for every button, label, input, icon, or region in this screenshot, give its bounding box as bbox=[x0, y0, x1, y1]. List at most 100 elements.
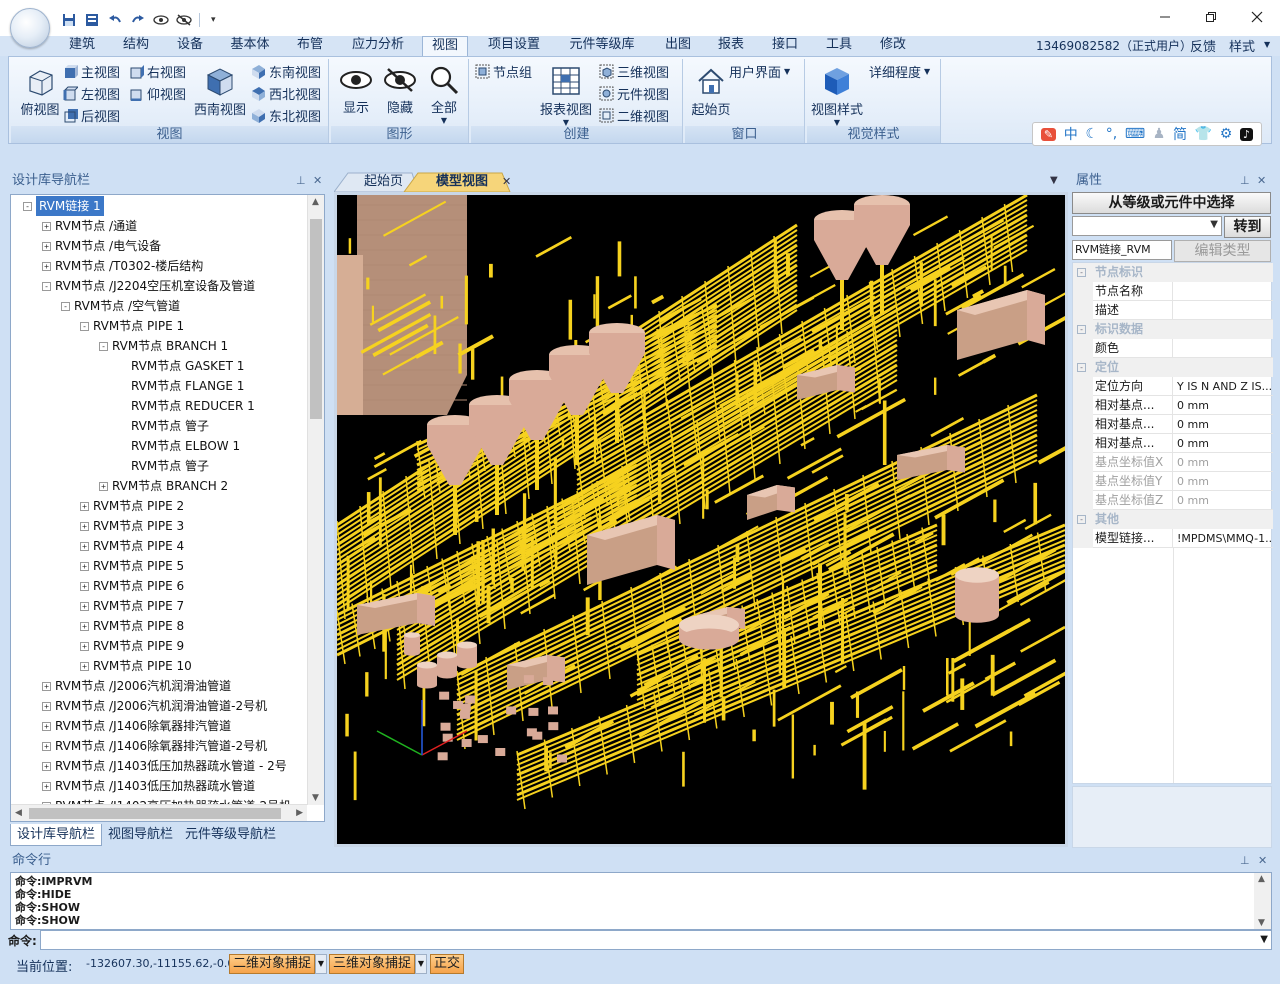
scroll-left-icon[interactable]: ◀ bbox=[15, 808, 22, 818]
property-row[interactable]: 相对基点... 0 mm bbox=[1073, 396, 1273, 415]
node-group-button[interactable]: 节点组 bbox=[475, 61, 532, 81]
property-value[interactable]: 0 mm bbox=[1173, 434, 1273, 453]
type-field[interactable]: RVM链接_RVM bbox=[1072, 240, 1172, 260]
expand-icon[interactable]: + bbox=[80, 521, 89, 531]
property-row[interactable]: 描述 bbox=[1073, 301, 1273, 320]
property-category[interactable]: - 标识数据 bbox=[1073, 320, 1273, 339]
ime-simplified-mode[interactable]: 简 bbox=[1173, 124, 1187, 144]
tree-node[interactable]: + RVM节点 PIPE 4 bbox=[80, 536, 184, 556]
show-icon[interactable] bbox=[150, 10, 171, 30]
tab-view-navigator[interactable]: 视图导航栏 bbox=[102, 824, 179, 846]
snap-3d-toggle[interactable]: 三维对象捕捉 bbox=[329, 954, 416, 974]
tab-report[interactable]: 报表 bbox=[713, 36, 749, 56]
expand-icon[interactable]: + bbox=[42, 241, 51, 251]
start-page-button[interactable]: 起始页 bbox=[687, 65, 735, 118]
tab-start-page[interactable]: 起始页 bbox=[334, 172, 403, 192]
qat-customize-icon[interactable]: ▾ bbox=[211, 15, 216, 25]
3d-model-viewport[interactable] bbox=[334, 192, 1068, 847]
hide-button[interactable]: 隐藏 bbox=[379, 65, 421, 116]
select-from-spec-button[interactable]: 从等级或元件中选择 bbox=[1072, 192, 1271, 214]
command-history-scrollbar[interactable]: ▲ ▼ bbox=[1254, 873, 1271, 929]
tab-tools[interactable]: 工具 bbox=[821, 36, 857, 56]
minimize-icon[interactable] bbox=[1142, 0, 1188, 34]
tab-list-dropdown-icon[interactable]: ▼ bbox=[1050, 175, 1058, 186]
collapse-icon[interactable]: - bbox=[1077, 515, 1086, 524]
tree-node[interactable]: + RVM节点 PIPE 3 bbox=[80, 516, 184, 536]
property-value[interactable]: 0 mm bbox=[1173, 396, 1273, 415]
tab-equipment[interactable]: 设备 bbox=[172, 36, 208, 56]
scroll-right-icon[interactable]: ▶ bbox=[296, 808, 303, 818]
se-view-button[interactable]: 东南视图 bbox=[251, 61, 321, 81]
property-category[interactable]: - 其他 bbox=[1073, 510, 1273, 529]
view-style-button[interactable]: 视图样式 ▼ bbox=[807, 65, 867, 127]
property-value[interactable] bbox=[1173, 282, 1273, 301]
tree-node[interactable]: - RVM节点 PIPE 1 bbox=[80, 316, 184, 336]
property-category[interactable]: - 定位 bbox=[1073, 358, 1273, 377]
snap-2d-dropdown-icon[interactable]: ▼ bbox=[315, 954, 327, 974]
tree-node[interactable]: RVM节点 管子 bbox=[118, 416, 209, 436]
property-value[interactable]: 0 mm bbox=[1173, 453, 1273, 472]
show-all-button[interactable]: 全部 ▼ bbox=[423, 65, 465, 125]
moon-icon[interactable]: ☾ bbox=[1085, 126, 1098, 142]
tab-primitives[interactable]: 基本体 bbox=[226, 36, 274, 56]
goto-button[interactable]: 转到 bbox=[1224, 216, 1271, 238]
style-menu[interactable]: 样式 bbox=[1229, 36, 1255, 55]
tree-node[interactable]: - RVM节点 BRANCH 1 bbox=[99, 336, 228, 356]
tree-vertical-scrollbar[interactable]: ▲ ▼ bbox=[307, 195, 324, 805]
tab-stress-analysis[interactable]: 应力分析 bbox=[348, 36, 408, 56]
tab-view[interactable]: 视图 bbox=[422, 36, 468, 57]
scroll-up-icon[interactable]: ▲ bbox=[1258, 874, 1265, 884]
tree-node[interactable]: + RVM节点 /J2006汽机润滑油管道-2号机 bbox=[42, 696, 267, 716]
expand-icon[interactable]: + bbox=[80, 621, 89, 631]
tree-node[interactable]: + RVM节点 /T0302-楼后结构 bbox=[42, 256, 203, 276]
expand-icon[interactable]: + bbox=[80, 561, 89, 571]
property-row[interactable]: 定位方向 Y IS N AND Z IS... bbox=[1073, 377, 1273, 396]
collapse-icon[interactable]: - bbox=[61, 301, 70, 311]
property-object-combo[interactable]: ▼ bbox=[1072, 216, 1222, 236]
tree-node[interactable]: + RVM节点 PIPE 5 bbox=[80, 556, 184, 576]
shirt-icon[interactable]: 👕 bbox=[1195, 126, 1212, 142]
chevron-down-icon[interactable]: ▼ bbox=[1260, 934, 1268, 945]
top-view-button[interactable]: 俯视图 bbox=[15, 65, 65, 118]
tree-node[interactable]: RVM节点 管子 bbox=[118, 456, 209, 476]
expand-icon[interactable]: + bbox=[42, 701, 51, 711]
redo-icon[interactable] bbox=[127, 10, 148, 30]
hide-icon[interactable] bbox=[173, 10, 194, 30]
save-as-icon[interactable] bbox=[81, 10, 102, 30]
property-row[interactable]: 基点坐标值X 0 mm bbox=[1073, 453, 1273, 472]
tree-node[interactable]: + RVM节点 PIPE 10 bbox=[80, 656, 192, 676]
tree-node[interactable]: - RVM节点 /J2204空压机室设备及管道 bbox=[42, 276, 255, 296]
view-3d-button[interactable]: 三维视图 bbox=[599, 61, 669, 81]
edit-type-button[interactable]: 编辑类型 bbox=[1174, 240, 1271, 262]
gear-icon[interactable]: ⚙ bbox=[1220, 126, 1233, 142]
expand-icon[interactable]: + bbox=[99, 481, 108, 491]
keyboard-icon[interactable]: ⌨ bbox=[1125, 126, 1145, 142]
tab-structure[interactable]: 结构 bbox=[118, 36, 154, 56]
restore-icon[interactable] bbox=[1188, 0, 1234, 34]
tree-node[interactable]: - RVM链接 1 bbox=[23, 196, 104, 216]
tab-component-navigator[interactable]: 元件等级导航栏 bbox=[179, 824, 282, 846]
scroll-down-icon[interactable]: ▼ bbox=[312, 793, 319, 803]
property-row[interactable]: 模型链接... !MPDMS\MMQ-1... bbox=[1073, 529, 1273, 548]
report-view-button[interactable]: 报表视图 ▼ bbox=[537, 65, 595, 127]
command-input[interactable] bbox=[40, 930, 1272, 950]
property-value[interactable]: Y IS N AND Z IS... bbox=[1173, 377, 1273, 396]
close-tab-icon[interactable]: ✕ bbox=[502, 175, 511, 188]
close-icon[interactable] bbox=[1234, 0, 1280, 34]
collapse-icon[interactable]: - bbox=[1077, 325, 1086, 334]
tree-node[interactable]: RVM节点 FLANGE 1 bbox=[118, 376, 244, 396]
collapse-icon[interactable]: - bbox=[23, 201, 32, 211]
property-value[interactable]: 0 mm bbox=[1173, 491, 1273, 510]
expand-icon[interactable]: + bbox=[42, 741, 51, 751]
expand-icon[interactable]: + bbox=[42, 761, 51, 771]
collapse-icon[interactable]: - bbox=[99, 341, 108, 351]
detail-level-button[interactable]: 详细程度 ▼ bbox=[869, 61, 930, 81]
property-value[interactable] bbox=[1173, 301, 1273, 320]
show-button[interactable]: 显示 bbox=[335, 65, 377, 116]
punctuation-icon[interactable]: °, bbox=[1106, 126, 1117, 142]
property-value[interactable]: 继承父节点 bbox=[1173, 339, 1273, 358]
front-view-button[interactable]: 主视图 bbox=[63, 61, 120, 81]
expand-icon[interactable]: + bbox=[42, 261, 51, 271]
ime-logo-icon[interactable]: ✎ bbox=[1040, 127, 1057, 141]
tree-node[interactable]: + RVM节点 /J1403低压加热器疏水管道 - 2号 bbox=[42, 756, 287, 776]
